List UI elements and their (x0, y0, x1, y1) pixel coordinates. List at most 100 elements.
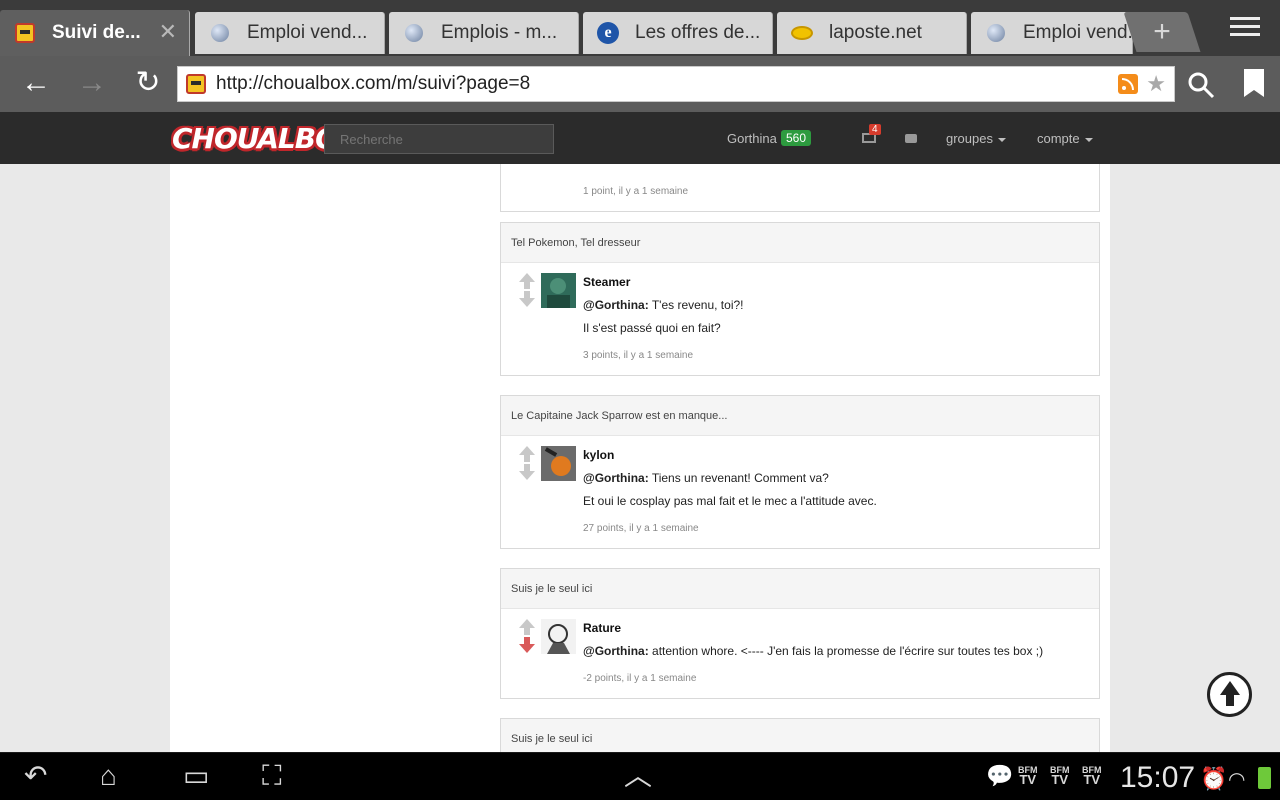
reload-icon[interactable]: ↻ (128, 66, 168, 102)
comment: kylon @Gorthina: Tiens un revenant! Comm… (501, 436, 1099, 548)
comment-card: Le Capitaine Jack Sparrow est en manque.… (500, 395, 1100, 549)
avatar[interactable] (541, 273, 576, 308)
site-navbar: CHOUALBOX Gorthina 560 4 groupes compte (0, 112, 1280, 164)
url-text[interactable]: http://choualbox.com/m/suivi?page=8 (216, 73, 1118, 95)
comment-text: Il s'est passé quoi en fait? (583, 321, 721, 335)
box-title[interactable]: Tel Pokemon, Tel dresseur (501, 223, 1099, 263)
rss-icon[interactable] (1118, 74, 1139, 94)
upvote-icon[interactable] (519, 273, 535, 282)
plus-icon: + (1153, 15, 1171, 48)
choualbox-favicon-icon (14, 22, 36, 44)
groups-menu[interactable]: groupes (946, 131, 1006, 146)
comment-line: @Gorthina: Tiens un revenant! Comment va… (583, 471, 1099, 485)
tab-suivi[interactable]: Suivi de... ✕ (0, 10, 190, 56)
comment: Rature @Gorthina: attention whore. <----… (501, 609, 1099, 698)
home-nav-icon[interactable]: ⌂ (100, 761, 117, 791)
box-title[interactable]: Le Capitaine Jack Sparrow est en manque.… (501, 396, 1099, 436)
search-icon[interactable] (1186, 70, 1216, 100)
address-bar[interactable]: http://choualbox.com/m/suivi?page=8 ★ (177, 66, 1175, 102)
avatar[interactable] (541, 446, 576, 481)
mention[interactable]: @Gorthina: (583, 471, 649, 485)
comment-card: Suis je le seul ici (500, 718, 1100, 752)
comment-line: @Gorthina: T'es revenu, toi?! (583, 298, 1099, 312)
system-navigation-bar: ↶ ⌂ ▭ ⛶ ︿ 💬 BFM TV BFM TV BFM TV 15:07 ⏰ ◠ (0, 752, 1280, 800)
tab-emplois-m[interactable]: Emplois - m... (389, 12, 579, 54)
battery-icon (1258, 767, 1271, 789)
tab-title: Les offres de... (635, 22, 761, 43)
groups-label: groupes (946, 131, 993, 146)
comment-card: 1 point, il y a 1 semaine (500, 164, 1100, 212)
star-icon[interactable]: ★ (1146, 71, 1166, 97)
globe-icon (985, 22, 1007, 44)
browser-menu-icon[interactable] (1226, 12, 1266, 48)
user-score-badge: 560 (781, 130, 812, 146)
comment-card: Suis je le seul ici Rature @Gorthina: at… (500, 568, 1100, 699)
screenshot-icon[interactable]: ⛶ (262, 761, 282, 791)
upvote-icon[interactable] (519, 619, 535, 628)
box-title[interactable]: Suis je le seul ici (501, 569, 1099, 609)
tab-title: laposte.net (829, 22, 922, 43)
mention[interactable]: @Gorthina: (583, 298, 649, 312)
scroll-to-top-button[interactable] (1207, 672, 1252, 717)
site-search-input[interactable] (324, 124, 554, 154)
chevron-up-icon[interactable]: ︿ (624, 761, 652, 791)
browser-tab-strip: Suivi de... ✕ Emploi vend... Emplois - m… (0, 0, 1280, 56)
wifi-icon: ◠ (1228, 769, 1246, 791)
mail-count-badge: 4 (869, 124, 881, 135)
downvote-icon[interactable] (519, 644, 535, 653)
comment-card: Tel Pokemon, Tel dresseur Steamer @Gorth… (500, 222, 1100, 376)
comment-text: Et oui le cosplay pas mal fait et le mec… (583, 494, 877, 508)
back-arrow-icon[interactable]: ← (16, 66, 56, 102)
globe-icon (403, 22, 425, 44)
comment: Steamer @Gorthina: T'es revenu, toi?! Il… (501, 263, 1099, 375)
box-title[interactable]: Suis je le seul ici (501, 719, 1099, 752)
comment-author[interactable]: Rature (583, 621, 1099, 635)
page-content: 1 point, il y a 1 semaine Tel Pokemon, T… (170, 164, 1110, 752)
globe-icon (209, 22, 231, 44)
status-clock[interactable]: 15:07 (1120, 761, 1195, 795)
tab-title: Emplois - m... (441, 22, 558, 43)
vote-controls (517, 446, 537, 480)
back-nav-icon[interactable]: ↶ (24, 761, 47, 791)
tab-emploi-vend-2[interactable]: Emploi vend... (971, 12, 1133, 54)
comment-meta: 27 points, il y a 1 semaine (583, 523, 699, 534)
choualbox-favicon-icon (184, 74, 208, 94)
recent-apps-icon[interactable]: ▭ (183, 761, 209, 791)
browser-toolbar: ← → ↻ http://choualbox.com/m/suivi?page=… (0, 56, 1280, 112)
alarm-icon: ⏰ (1200, 766, 1228, 791)
comment-meta: -2 points, il y a 1 semaine (583, 673, 697, 684)
account-label: compte (1037, 131, 1080, 146)
vote-controls (517, 619, 537, 653)
mention[interactable]: @Gorthina: (583, 644, 649, 658)
comment-author[interactable]: kylon (583, 448, 1099, 462)
vote-controls (517, 273, 537, 307)
chat-icon[interactable] (905, 134, 917, 143)
upvote-icon[interactable] (519, 446, 535, 455)
close-tab-icon[interactable]: ✕ (159, 21, 177, 43)
comment-line: @Gorthina: attention whore. <---- J'en f… (583, 644, 1099, 658)
ie-icon: e (597, 22, 619, 44)
account-menu[interactable]: compte (1037, 131, 1093, 146)
bfm-tv-notification-icon[interactable]: BFM TV (1050, 765, 1070, 786)
tab-laposte[interactable]: laposte.net (777, 12, 967, 54)
forward-arrow-icon[interactable]: → (72, 66, 112, 102)
caret-down-icon (997, 137, 1006, 142)
bfm-tv-notification-icon[interactable]: BFM TV (1082, 765, 1102, 786)
comment-meta: 3 points, il y a 1 semaine (583, 350, 694, 361)
chat-notification-icon[interactable]: 💬 (986, 761, 1013, 791)
tab-les-offres[interactable]: e Les offres de... (583, 12, 773, 54)
downvote-icon[interactable] (519, 298, 535, 307)
comment-text: attention whore. <---- J'en fais la prom… (648, 644, 1044, 658)
caret-down-icon (1084, 137, 1093, 142)
comment-meta: 1 point, il y a 1 semaine (583, 186, 689, 197)
tab-title: Suivi de... (52, 22, 141, 43)
comment-text: Tiens un revenant! Comment va? (648, 471, 829, 485)
downvote-icon[interactable] (519, 471, 535, 480)
avatar[interactable] (541, 619, 576, 654)
bfm-tv-notification-icon[interactable]: BFM TV (1018, 765, 1038, 786)
user-name[interactable]: Gorthina (727, 131, 777, 146)
tab-emploi-vend-1[interactable]: Emploi vend... (195, 12, 385, 54)
comment-text: T'es revenu, toi?! (648, 298, 744, 312)
comment-author[interactable]: Steamer (583, 275, 1099, 289)
new-tab-button[interactable]: + (1123, 12, 1201, 52)
